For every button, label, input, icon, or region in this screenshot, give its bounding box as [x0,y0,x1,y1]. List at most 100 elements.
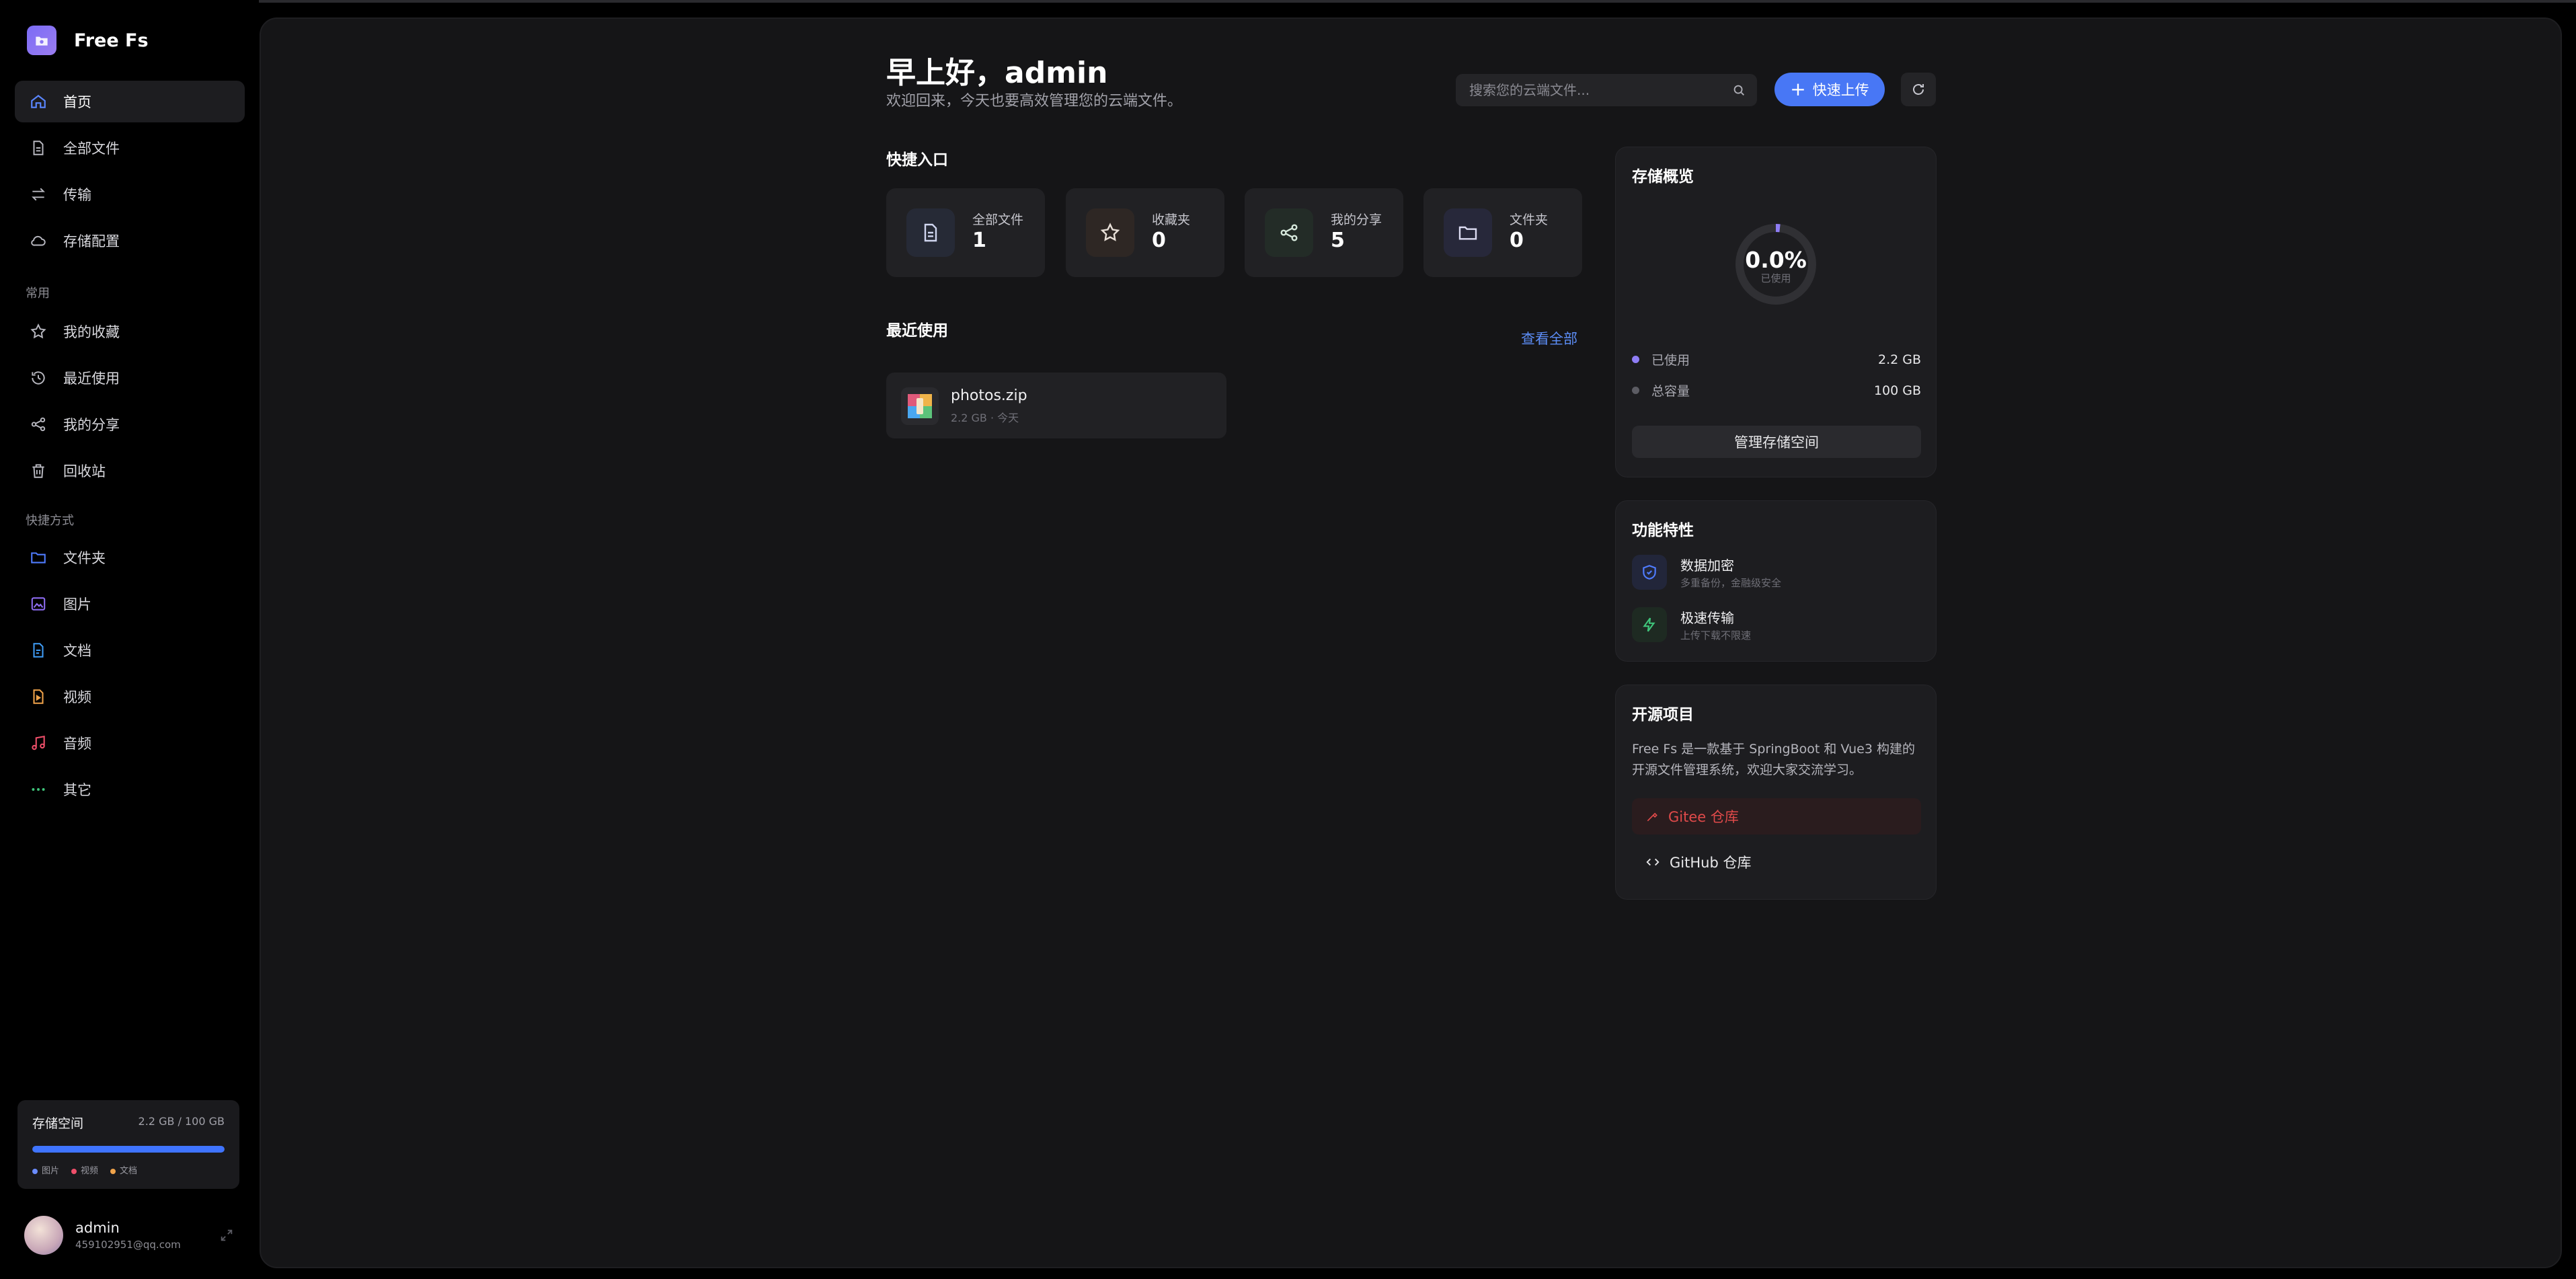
transfer-icon [32,188,45,201]
greeting-subtitle: 欢迎回来，今天也要高效管理您的云端文件。 [886,93,1183,110]
sidebar-item-label: 文档 [63,643,91,659]
avatar [24,1216,63,1255]
opensource-title: 开源项目 [1632,706,1694,724]
opensource-description: Free Fs 是一款基于 SpringBoot 和 Vue3 构建的开源文件管… [1632,742,1915,777]
storage-total-row: 总容量 100 GB [1632,381,1921,399]
quick-card-count: 0 [1510,229,1524,252]
gitee-repo-button[interactable]: Gitee 仓库 [1632,798,1921,835]
search-icon[interactable] [1731,83,1746,98]
star-icon [30,323,46,339]
file-icon [33,141,44,155]
shield-icon [1632,555,1667,590]
quick-card-count: 5 [1331,229,1345,252]
greeting-title: 早上好，admin [886,56,1108,90]
sidebar-item-storage-config[interactable]: 存储配置 [15,220,245,262]
features-title: 功能特性 [1632,522,1694,539]
sidebar-item-label: 图片 [63,596,91,613]
manage-storage-button[interactable]: 管理存储空间 [1632,426,1921,458]
section-label-shortcuts: 快捷方式 [26,514,74,528]
storage-percent: 0.0% [1745,247,1807,273]
sidebar-item-label: 我的收藏 [63,324,120,340]
quick-card-favorites[interactable]: 收藏夹 0 [1066,188,1224,277]
legend-item: 视频 [71,1163,98,1176]
common-nav: 我的收藏 最近使用 我的分享 回收站 [15,311,245,496]
refresh-button[interactable] [1901,73,1936,106]
quick-access-title: 快捷入口 [886,151,948,169]
sidebar-item-transfer[interactable]: 传输 [15,173,245,215]
sidebar-item-label: 传输 [63,187,91,203]
sidebar-item-label: 最近使用 [63,371,120,387]
total-label: 总容量 [1651,384,1690,399]
brand[interactable]: Free Fs [27,26,149,55]
storage-card-size: 2.2 GB / 100 GB [138,1115,225,1128]
opensource-panel: 开源项目 Free Fs 是一款基于 SpringBoot 和 Vue3 构建的… [1615,685,1937,900]
sidebar-item-audio[interactable]: 音频 [15,722,245,764]
used-dot [1632,356,1639,363]
trash-icon [32,464,44,478]
zip-file-icon [901,387,939,425]
view-all-link[interactable]: 查看全部 [1521,328,1577,348]
sidebar-item-others[interactable]: 其它 [15,769,245,810]
expand-icon[interactable] [219,1228,234,1243]
sidebar-item-shares[interactable]: 我的分享 [15,403,245,445]
sidebar-item-label: 首页 [63,94,91,110]
search-box[interactable] [1456,74,1757,106]
sidebar-item-label: 视频 [63,689,91,705]
recent-file-item[interactable]: photos.zip 2.2 GB · 今天 [886,373,1226,438]
search-input[interactable] [1468,81,1719,99]
sidebar-item-label: 全部文件 [63,141,120,157]
total-value: 100 GB [1873,383,1921,398]
sidebar-item-favorites[interactable]: 我的收藏 [15,311,245,352]
github-repo-button[interactable]: GitHub 仓库 [1632,844,1921,880]
sidebar-item-home[interactable]: 首页 [15,81,245,122]
quick-card-count: 1 [972,229,986,252]
home-icon [31,94,46,108]
feature-title: 极速传输 [1680,610,1734,626]
section-label-common: 常用 [26,286,50,301]
recent-file-meta: 2.2 GB · 今天 [951,412,1019,424]
image-icon [31,597,46,611]
sidebar-item-documents[interactable]: 文档 [15,629,245,671]
gitee-icon [1647,812,1657,822]
quick-card-count: 0 [1152,229,1166,252]
quick-card-label: 我的分享 [1331,212,1382,227]
storage-legend: 图片 视频 文档 [32,1163,137,1176]
brand-name: Free Fs [74,30,149,51]
quick-card-shares[interactable]: 我的分享 5 [1245,188,1403,277]
history-icon [32,371,45,385]
legend-item: 图片 [32,1163,59,1176]
sidebar-item-label: 回收站 [63,463,106,479]
quick-card-label: 文件夹 [1510,212,1549,227]
storage-overview-panel: 存储概览 0.0% 已使用 已使用 2.2 GB 总容量 100 GB 管理存储… [1615,147,1937,477]
star-icon [1086,208,1134,257]
feature-subtitle: 上传下载不限速 [1680,629,1752,642]
sidebar-item-images[interactable]: 图片 [15,583,245,625]
storage-used-row: 已使用 2.2 GB [1632,350,1921,369]
storage-progress-bar [32,1146,225,1153]
sidebar-storage-card[interactable]: 存储空间 2.2 GB / 100 GB 图片 视频 文档 [17,1100,239,1189]
file-icon [906,208,955,257]
sidebar-item-trash[interactable]: 回收站 [15,450,245,492]
user-profile[interactable]: admin 459102951@qq.com [24,1216,181,1255]
quick-card-all-files[interactable]: 全部文件 1 [886,188,1045,277]
storage-progress-fill [32,1146,225,1153]
user-name: admin [75,1220,120,1236]
folder-icon [31,552,46,564]
sidebar-item-recent[interactable]: 最近使用 [15,357,245,399]
storage-overview-title: 存储概览 [1632,168,1694,186]
used-label: 已使用 [1651,353,1690,368]
share-icon [31,417,46,432]
document-icon [33,643,44,658]
feature-item-encryption: 数据加密 多重备份，金融级安全 [1632,555,1781,590]
music-icon [32,736,45,750]
sidebar-item-videos[interactable]: 视频 [15,676,245,718]
sidebar-item-label: 音频 [63,736,91,752]
sidebar-item-folder[interactable]: 文件夹 [15,537,245,578]
used-value: 2.2 GB [1877,352,1921,367]
quick-upload-button[interactable]: + 快速上传 [1774,73,1885,106]
main-content [260,17,2562,1268]
quick-card-folders[interactable]: 文件夹 0 [1423,188,1582,277]
sidebar-item-all-files[interactable]: 全部文件 [15,127,245,169]
cloud-icon [31,235,46,246]
gitee-label: Gitee 仓库 [1668,809,1739,825]
